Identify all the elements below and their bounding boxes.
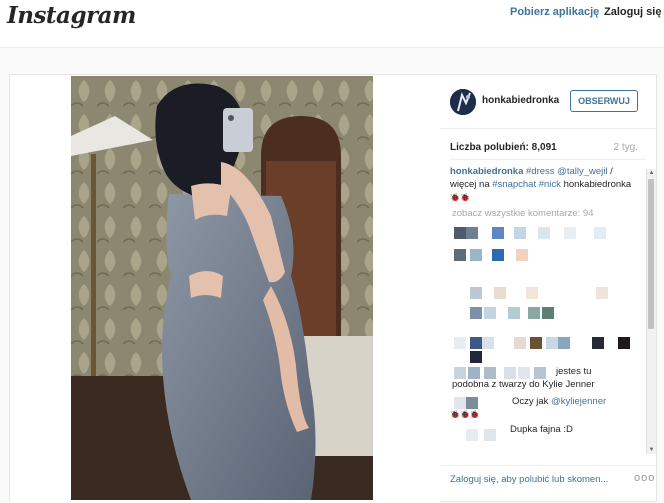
caption-slash: / <box>610 166 613 177</box>
comment-kylie-jenner: podobna z twarzy do Kylie Jenner <box>452 379 595 390</box>
divider <box>450 159 646 160</box>
comments-scrollbar[interactable]: ▲ ▼ <box>646 169 656 454</box>
comment-ladybugs: 🐞🐞🐞 <box>450 410 480 419</box>
owner-avatar[interactable] <box>450 89 476 115</box>
comments-list: honkabiedronka #dress @tally_wejil / wię… <box>450 165 646 455</box>
login-link[interactable]: Zaloguj się <box>604 6 661 18</box>
mention-tally[interactable]: @tally_wejil <box>557 166 607 177</box>
comment-dupka-fajna: Dupka fajna :D <box>510 424 573 435</box>
post-age[interactable]: 2 tyg. <box>614 142 638 153</box>
pixelated-comment-5 <box>454 337 634 349</box>
more-options-icon[interactable]: ooo <box>634 472 655 484</box>
post-header: honkabiedronka OBSERWUJ <box>440 75 656 129</box>
owner-username[interactable]: honkabiedronka <box>482 95 559 106</box>
likes-count[interactable]: Liczba polubień: 8,091 <box>450 142 557 153</box>
hashtag-nick[interactable]: #nick <box>539 179 561 190</box>
pixelated-comment-2 <box>454 249 634 261</box>
caption-username[interactable]: honkabiedronka <box>450 166 523 177</box>
instagram-logo[interactable]: Instagram <box>7 2 136 29</box>
pixelated-comment-1 <box>454 227 634 239</box>
post-sidebar: honkabiedronka OBSERWUJ Liczba polubień:… <box>440 75 656 501</box>
comment-oczy-jak: Oczy jak @kyliejenner <box>512 395 606 408</box>
hashtag-snapchat[interactable]: #snapchat <box>492 179 536 190</box>
post-caption: honkabiedronka #dress @tally_wejil / wię… <box>450 165 640 204</box>
mention-kyliejenner[interactable]: @kyliejenner <box>551 396 606 407</box>
top-nav-bar: Instagram Pobierz aplikację Zaloguj się <box>0 0 664 48</box>
comment-jestes-tu: jestes tu <box>556 366 592 377</box>
login-to-like-link[interactable]: Zaloguj się, aby polubić lub skomen... <box>450 474 608 485</box>
comment-oczy-jak-text: Oczy jak <box>512 396 549 407</box>
scroll-down-arrow-icon[interactable]: ▼ <box>648 446 655 454</box>
caption-owner-repeat: honkabiedronka <box>563 179 632 190</box>
caption-wiecej: więcej na <box>450 179 490 190</box>
follow-button[interactable]: OBSERWUJ <box>570 90 638 112</box>
pixelated-comment-4 <box>454 307 634 319</box>
post-card: honkabiedronka OBSERWUJ Liczba polubień:… <box>9 74 657 503</box>
pixelated-comment-6 <box>454 351 634 363</box>
ladybug-emoji: 🐞🐞 <box>450 193 470 202</box>
likes-row: Liczba polubień: 8,091 2 tyg. <box>450 142 646 156</box>
pixelated-comment-3 <box>454 287 634 299</box>
post-photo-image <box>71 76 373 500</box>
get-app-link[interactable]: Pobierz aplikację <box>510 6 599 18</box>
post-photo[interactable] <box>71 76 373 500</box>
post-footer: Zaloguj się, aby polubić lub skomen... o… <box>440 465 656 502</box>
hashtag-dress[interactable]: #dress <box>526 166 555 177</box>
scroll-up-arrow-icon[interactable]: ▲ <box>648 169 655 177</box>
view-all-comments-link[interactable]: zobacz wszystkie komentarze: 94 <box>452 207 594 220</box>
scroll-thumb[interactable] <box>648 179 654 329</box>
post-photo-container <box>10 75 440 503</box>
